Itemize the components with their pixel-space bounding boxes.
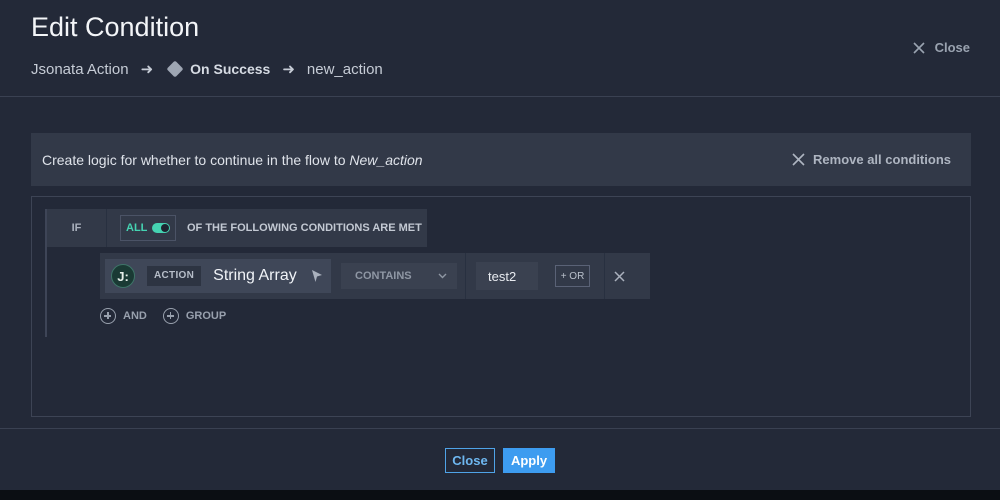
value-input[interactable] — [476, 262, 538, 290]
info-text-prefix: Create logic for whether to continue in … — [42, 151, 350, 168]
footer-actions: Close Apply — [445, 448, 555, 473]
add-or-button[interactable]: + OR — [555, 265, 590, 287]
remove-all-conditions-button[interactable]: Remove all conditions — [792, 152, 951, 167]
source-badge: ACTION — [147, 266, 202, 286]
info-bar: Create logic for whether to continue in … — [31, 133, 971, 186]
close-icon — [913, 41, 925, 54]
close-icon — [614, 270, 625, 282]
modal-title: Edit Condition — [31, 12, 200, 42]
condition-builder: IF ALL OF THE FOLLOWING CONDITIONS ARE M… — [31, 196, 971, 417]
header-divider — [0, 96, 1000, 97]
arrow-right-icon: ➜ — [282, 61, 295, 78]
field-selector[interactable]: J: ACTION String Array — [105, 259, 331, 293]
edit-condition-modal: Edit Condition Jsonata Action ➜ On Succe… — [0, 0, 1000, 490]
breadcrumb-item-trigger: On Success — [190, 61, 271, 77]
add-group-label: GROUP — [185, 310, 227, 322]
add-controls: AND GROUP — [100, 308, 242, 324]
header-close-label: Close — [934, 40, 970, 55]
chevron-down-icon — [438, 273, 447, 279]
cursor-pointer-icon — [312, 270, 322, 282]
plus-circle-icon — [162, 308, 179, 324]
row-divider — [465, 253, 466, 299]
breadcrumb-item-target: new_action — [306, 60, 383, 78]
add-group-button[interactable]: GROUP — [162, 308, 227, 324]
footer-divider — [0, 428, 1000, 429]
add-and-button[interactable]: AND — [100, 308, 147, 324]
breadcrumb-item-source: Jsonata Action — [31, 60, 129, 78]
jsonata-logo-icon: J: — [111, 264, 135, 288]
arrow-right-icon: ➜ — [140, 61, 154, 78]
match-mode-toggle[interactable]: ALL — [120, 215, 176, 241]
condition-row: J: ACTION String Array CONTAINS + OR — [100, 253, 650, 299]
apply-button[interactable]: Apply — [503, 448, 555, 473]
group-header: IF ALL OF THE FOLLOWING CONDITIONS ARE M… — [47, 209, 427, 247]
close-icon — [792, 153, 805, 166]
plus-circle-icon — [100, 308, 116, 324]
info-target-name: New_action — [349, 151, 423, 168]
toggle-switch-icon — [152, 223, 170, 233]
add-and-label: AND — [123, 310, 147, 322]
match-description: OF THE FOLLOWING CONDITIONS ARE MET — [187, 222, 422, 234]
background-strip — [0, 490, 1000, 500]
operator-select[interactable]: CONTAINS — [341, 263, 457, 289]
operator-value: CONTAINS — [355, 270, 412, 282]
match-mode-label: ALL — [126, 222, 148, 234]
remove-condition-button[interactable] — [604, 253, 634, 299]
field-name: String Array — [213, 267, 297, 284]
info-text: Create logic for whether to continue in … — [42, 152, 423, 168]
remove-all-label: Remove all conditions — [813, 152, 951, 167]
breadcrumb: Jsonata Action ➜ On Success ➜ new_action — [31, 59, 383, 79]
if-label: IF — [47, 209, 107, 247]
header-close-button[interactable]: Close — [913, 40, 970, 55]
footer-close-button[interactable]: Close — [445, 448, 495, 473]
condition-diamond-icon — [166, 60, 184, 78]
